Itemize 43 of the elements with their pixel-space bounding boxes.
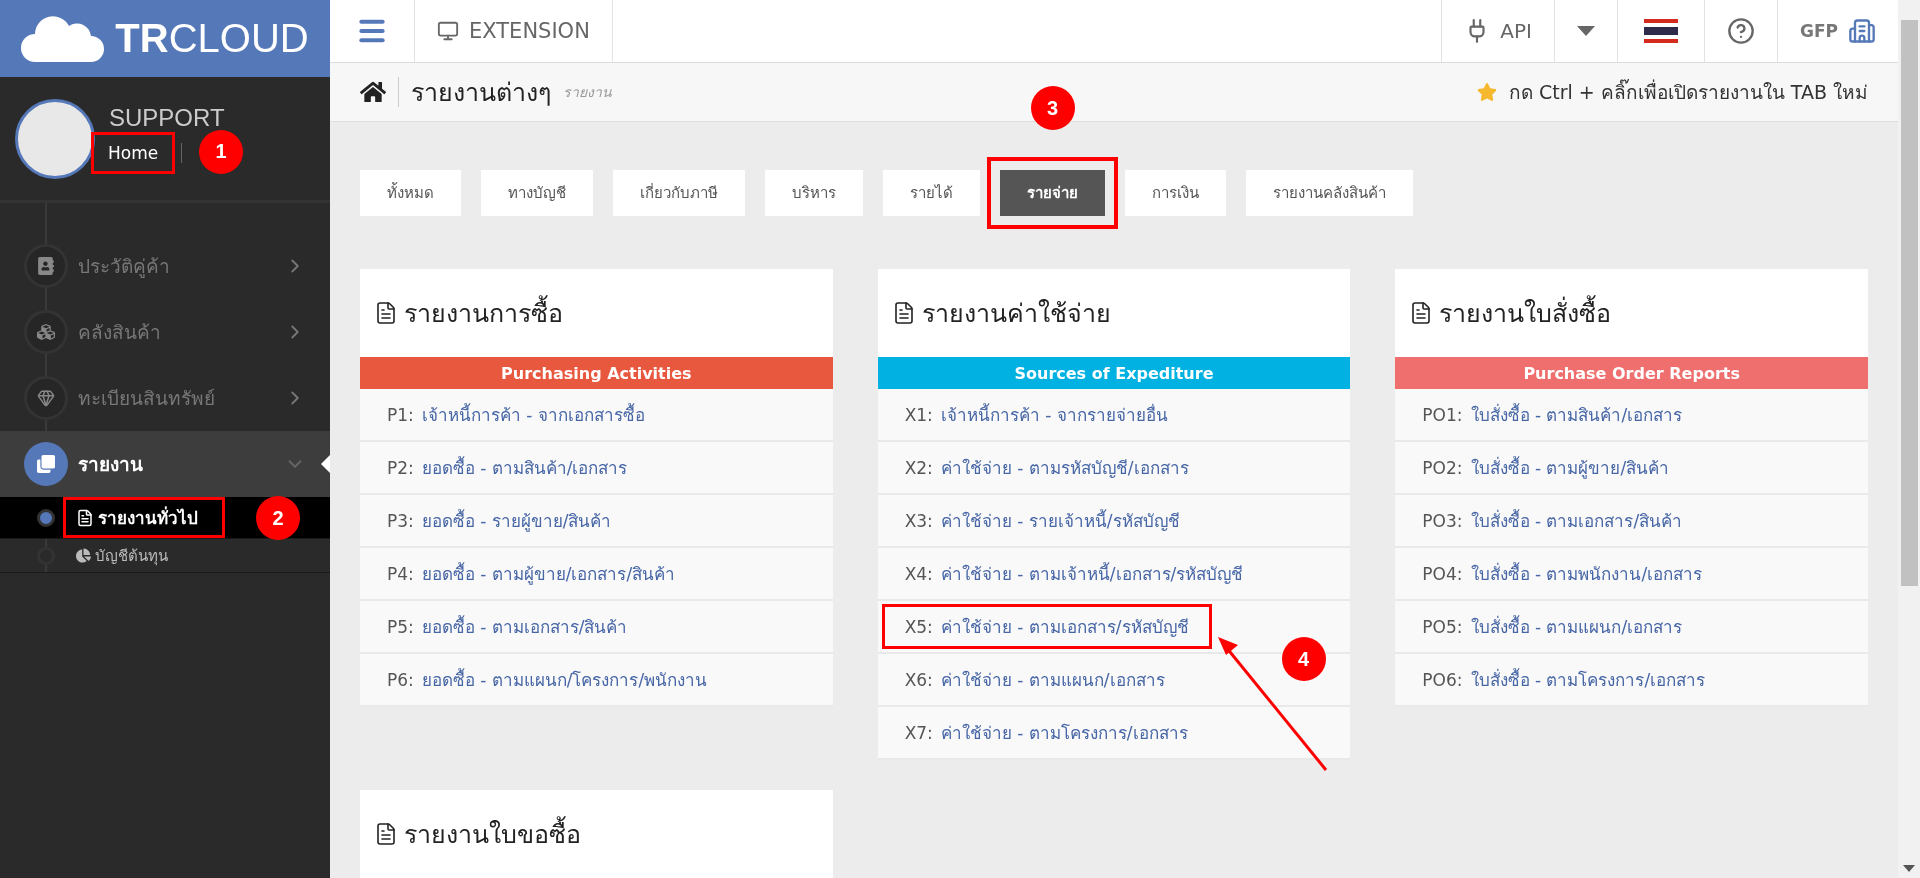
home-link[interactable]: Home [91,131,176,174]
submenu-item[interactable]: บัญชีต้นทุน [63,536,195,575]
filter-tab[interactable]: เกี่ยวกับภาษี [613,170,745,216]
cloud-icon [21,15,106,62]
monitor-icon [437,19,459,42]
user-name: SUPPORT [109,103,225,132]
sidebar-item[interactable]: รายงาน [0,431,330,497]
step-badge: 4 [1281,637,1326,681]
card-title: รายงานใบสั่งซื้อ [1395,269,1868,357]
page-title: รายงานต่างๆ [411,76,551,109]
submenu-item[interactable]: รายงานทั่วไป [63,497,225,538]
filter-tab[interactable]: บริหาร [765,170,863,216]
page-subtitle: รายงาน [563,82,612,102]
caret-icon [1576,25,1595,36]
scroll-down-icon[interactable] [1903,865,1915,872]
brand-name: TRCLOUD [115,16,309,61]
document-icon [374,822,398,846]
filter-tab[interactable]: รายจ่าย [1000,170,1105,216]
pointer-triangle [321,455,330,473]
building-icon [1848,16,1876,45]
document-icon [76,508,94,527]
card-title: รายงานใบขอซื้อ [360,790,833,878]
card-header: Purchasing Activities [360,357,833,389]
step-badge: 1 [199,129,243,174]
step-badge: 2 [256,496,300,540]
filter-tab[interactable]: รายงานคลังสินค้า [1246,170,1413,216]
help-icon [1726,16,1755,45]
pie-chart-icon [76,548,91,563]
brand-logo[interactable]: TRCLOUD [0,0,330,77]
filter-tab[interactable]: ทั้งหมด [360,170,461,216]
hint-text: กด Ctrl + คลิ๊กเพื่อเปิดรายงานใน TAB ใหม่ [1508,78,1868,105]
card-header: Purchase Order Reports [1395,357,1868,389]
filter-tab[interactable]: รายได้ [883,170,980,216]
card-title: รายงานการซื้อ [360,269,833,357]
card-header: Sources of Expediture [877,357,1351,389]
scrollbar[interactable] [1898,0,1920,878]
document-icon [374,301,398,325]
report-link[interactable]: X5: ค่าใช้จ่าย - ตามเอกสาร/รหัสบัญชี [881,604,1212,649]
filter-tab[interactable]: การเงิน [1125,170,1226,216]
filter-tab[interactable]: ทางบัญชี [481,170,593,216]
flag-icon [1643,18,1678,43]
card-title: รายงานค่าใช้จ่าย [877,269,1351,357]
star-icon [1476,81,1497,102]
